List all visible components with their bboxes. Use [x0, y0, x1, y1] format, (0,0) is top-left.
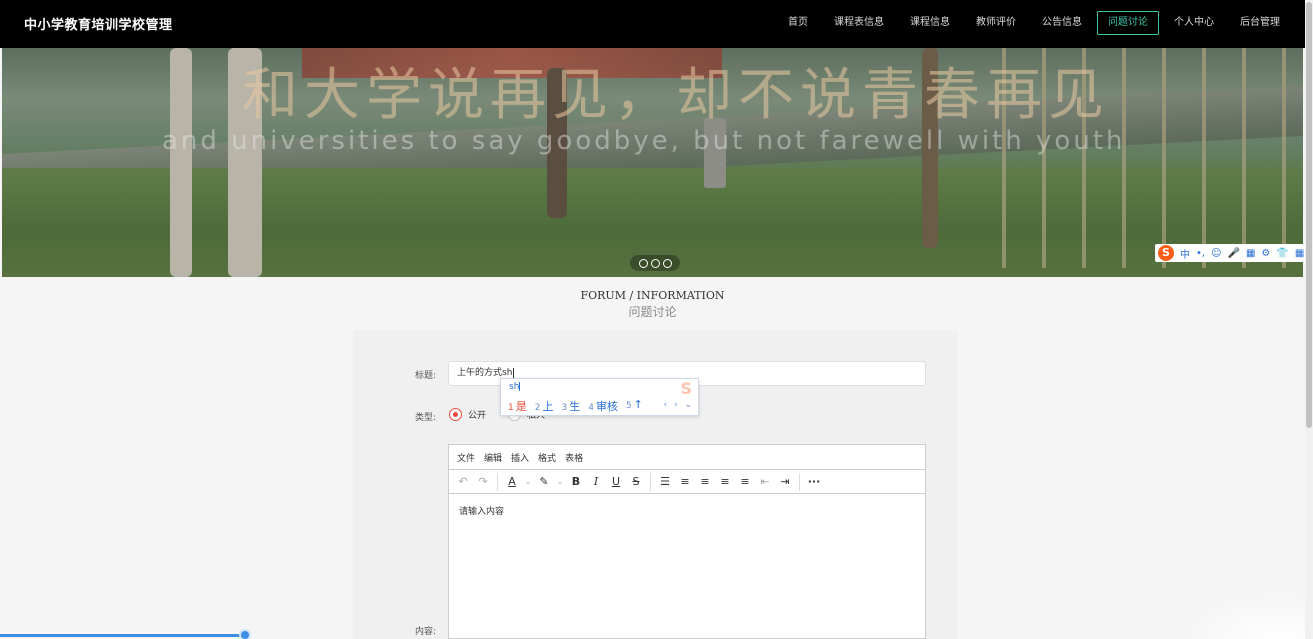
- editor-toolbar: ↶ ↷ A ⌄ ✎ ⌄ B I U S ☰ ≡ ≡ ≡ ≡ ⇤ ⇥ ···: [449, 470, 925, 494]
- ime-candidate[interactable]: 4 审核: [588, 398, 618, 414]
- nav-item-schedule[interactable]: 课程表信息: [823, 11, 895, 35]
- banner-subtitle: and universities to say goodbye, but not…: [162, 126, 1126, 156]
- align-center-icon[interactable]: ≡: [697, 473, 713, 491]
- nav-item-teacher-review[interactable]: 教师评价: [965, 11, 1027, 35]
- carousel-dot[interactable]: [638, 258, 648, 268]
- sogou-logo-icon[interactable]: S: [1158, 245, 1174, 261]
- ime-candidate[interactable]: 1是: [508, 398, 527, 414]
- chevron-down-icon[interactable]: ⌄: [524, 473, 532, 491]
- section-heading-cn: 问题讨论: [628, 305, 677, 319]
- nav-item-courses[interactable]: 课程信息: [899, 11, 961, 35]
- strikethrough-icon[interactable]: S: [628, 473, 644, 491]
- carousel-indicators: [630, 255, 680, 271]
- scrollbar-thumb[interactable]: [1306, 2, 1312, 428]
- editor-menu-file[interactable]: 文件: [457, 451, 475, 464]
- editor-content-area[interactable]: 请输入内容: [449, 494, 925, 527]
- text-caret: [513, 367, 515, 378]
- editor-menubar: 文件 编辑 插入 格式 表格: [449, 445, 925, 470]
- ime-composition: sh: [509, 382, 521, 392]
- ime-voice-icon[interactable]: 🎤: [1228, 248, 1240, 259]
- more-icon[interactable]: ···: [806, 473, 822, 491]
- ime-candidate-list: 1是 2上 3生 4 审核 5 ↑: [508, 398, 643, 414]
- carousel-dot[interactable]: [650, 258, 660, 268]
- site-brand[interactable]: 中小学教育培训学校管理: [24, 14, 173, 33]
- corner-glow: [1180, 590, 1305, 639]
- editor-menu-edit[interactable]: 编辑: [484, 451, 502, 464]
- ime-keyboard-icon[interactable]: ▦: [1246, 248, 1255, 259]
- redo-icon[interactable]: ↷: [475, 473, 491, 491]
- radio-public-label[interactable]: 公开: [468, 408, 486, 421]
- ime-skin-icon[interactable]: 👕: [1276, 248, 1288, 259]
- carousel-dot[interactable]: [662, 258, 672, 268]
- highlight-icon[interactable]: ✎: [536, 473, 552, 491]
- banner-tree-trunk: [170, 48, 192, 277]
- ime-user-icon[interactable]: ⚙: [1261, 248, 1270, 259]
- editor-menu-insert[interactable]: 插入: [511, 451, 529, 464]
- ime-candidate[interactable]: 2上: [535, 398, 554, 414]
- nav-item-profile[interactable]: 个人中心: [1163, 11, 1225, 35]
- title-input-value: 上午的方式sh: [457, 368, 513, 378]
- banner-fence-post: [1202, 48, 1206, 268]
- content-editor: 文件 编辑 插入 格式 表格 ↶ ↷ A ⌄ ✎ ⌄ B I U S ☰ ≡ ≡…: [448, 444, 926, 639]
- indent-icon[interactable]: ⇥: [777, 473, 793, 491]
- banner-fence-post: [1162, 48, 1166, 268]
- ime-mode-icon[interactable]: 中: [1180, 246, 1190, 261]
- bold-icon[interactable]: B: [568, 473, 584, 491]
- title-label: 标题:: [415, 371, 437, 381]
- ime-emoji-icon[interactable]: ☺: [1211, 248, 1221, 259]
- type-label: 类型:: [415, 413, 437, 423]
- align-right-icon[interactable]: ≡: [717, 473, 733, 491]
- banner-fence-post: [1242, 48, 1246, 268]
- ime-candidate-popup: S sh 1是 2上 3生 4 审核 5 ↑ ‹ › ⌄: [500, 378, 699, 416]
- top-navbar: 中小学教育培训学校管理 首页 课程表信息 课程信息 教师评价 公告信息 问题讨论…: [0, 0, 1313, 48]
- font-color-icon[interactable]: A: [504, 473, 520, 491]
- italic-icon[interactable]: I: [588, 473, 604, 491]
- editor-menu-table[interactable]: 表格: [565, 451, 583, 464]
- ime-candidate[interactable]: 5 ↑: [626, 398, 643, 414]
- banner-title: 和大学说再见，却不说青春再见: [242, 63, 1110, 128]
- outdent-icon[interactable]: ⇤: [757, 473, 773, 491]
- main-nav: 首页 课程表信息 课程信息 教师评价 公告信息 问题讨论 个人中心 后台管理: [777, 11, 1291, 35]
- sogou-watermark-icon: S: [680, 379, 692, 398]
- chevron-down-icon[interactable]: ⌄: [556, 473, 564, 491]
- page: 中小学教育培训学校管理 首页 课程表信息 课程信息 教师评价 公告信息 问题讨论…: [0, 0, 1313, 639]
- content-label: 内容:: [415, 627, 437, 637]
- justify-icon[interactable]: ≡: [737, 473, 753, 491]
- ime-menu-icon[interactable]: ▦: [1295, 248, 1304, 259]
- banner-fence-post: [1282, 48, 1286, 268]
- nav-item-forum[interactable]: 问题讨论: [1097, 11, 1159, 35]
- radio-public[interactable]: [449, 408, 462, 421]
- page-progress-bar: [0, 634, 245, 637]
- progress-handle[interactable]: [239, 629, 251, 639]
- ime-page-nav-icon[interactable]: ‹ › ⌄: [664, 400, 694, 410]
- nav-item-home[interactable]: 首页: [777, 11, 819, 35]
- editor-menu-format[interactable]: 格式: [538, 451, 556, 464]
- undo-icon[interactable]: ↶: [455, 473, 471, 491]
- ime-punctuation-icon[interactable]: •,: [1196, 248, 1205, 259]
- banner-carousel[interactable]: 和大学说再见，却不说青春再见 and universities to say g…: [2, 48, 1303, 277]
- nav-item-announcements[interactable]: 公告信息: [1031, 11, 1093, 35]
- ime-candidate[interactable]: 3生: [561, 398, 580, 414]
- banner-fence-post: [1122, 48, 1126, 268]
- underline-icon[interactable]: U: [608, 473, 624, 491]
- nav-item-admin[interactable]: 后台管理: [1229, 11, 1291, 35]
- list-icon[interactable]: ☰: [657, 473, 673, 491]
- align-left-icon[interactable]: ≡: [677, 473, 693, 491]
- ime-toolbar: S 中 •, ☺ 🎤 ▦ ⚙ 👕 ▦: [1155, 244, 1308, 262]
- section-heading-en: FORUM / INFORMATION: [580, 289, 725, 302]
